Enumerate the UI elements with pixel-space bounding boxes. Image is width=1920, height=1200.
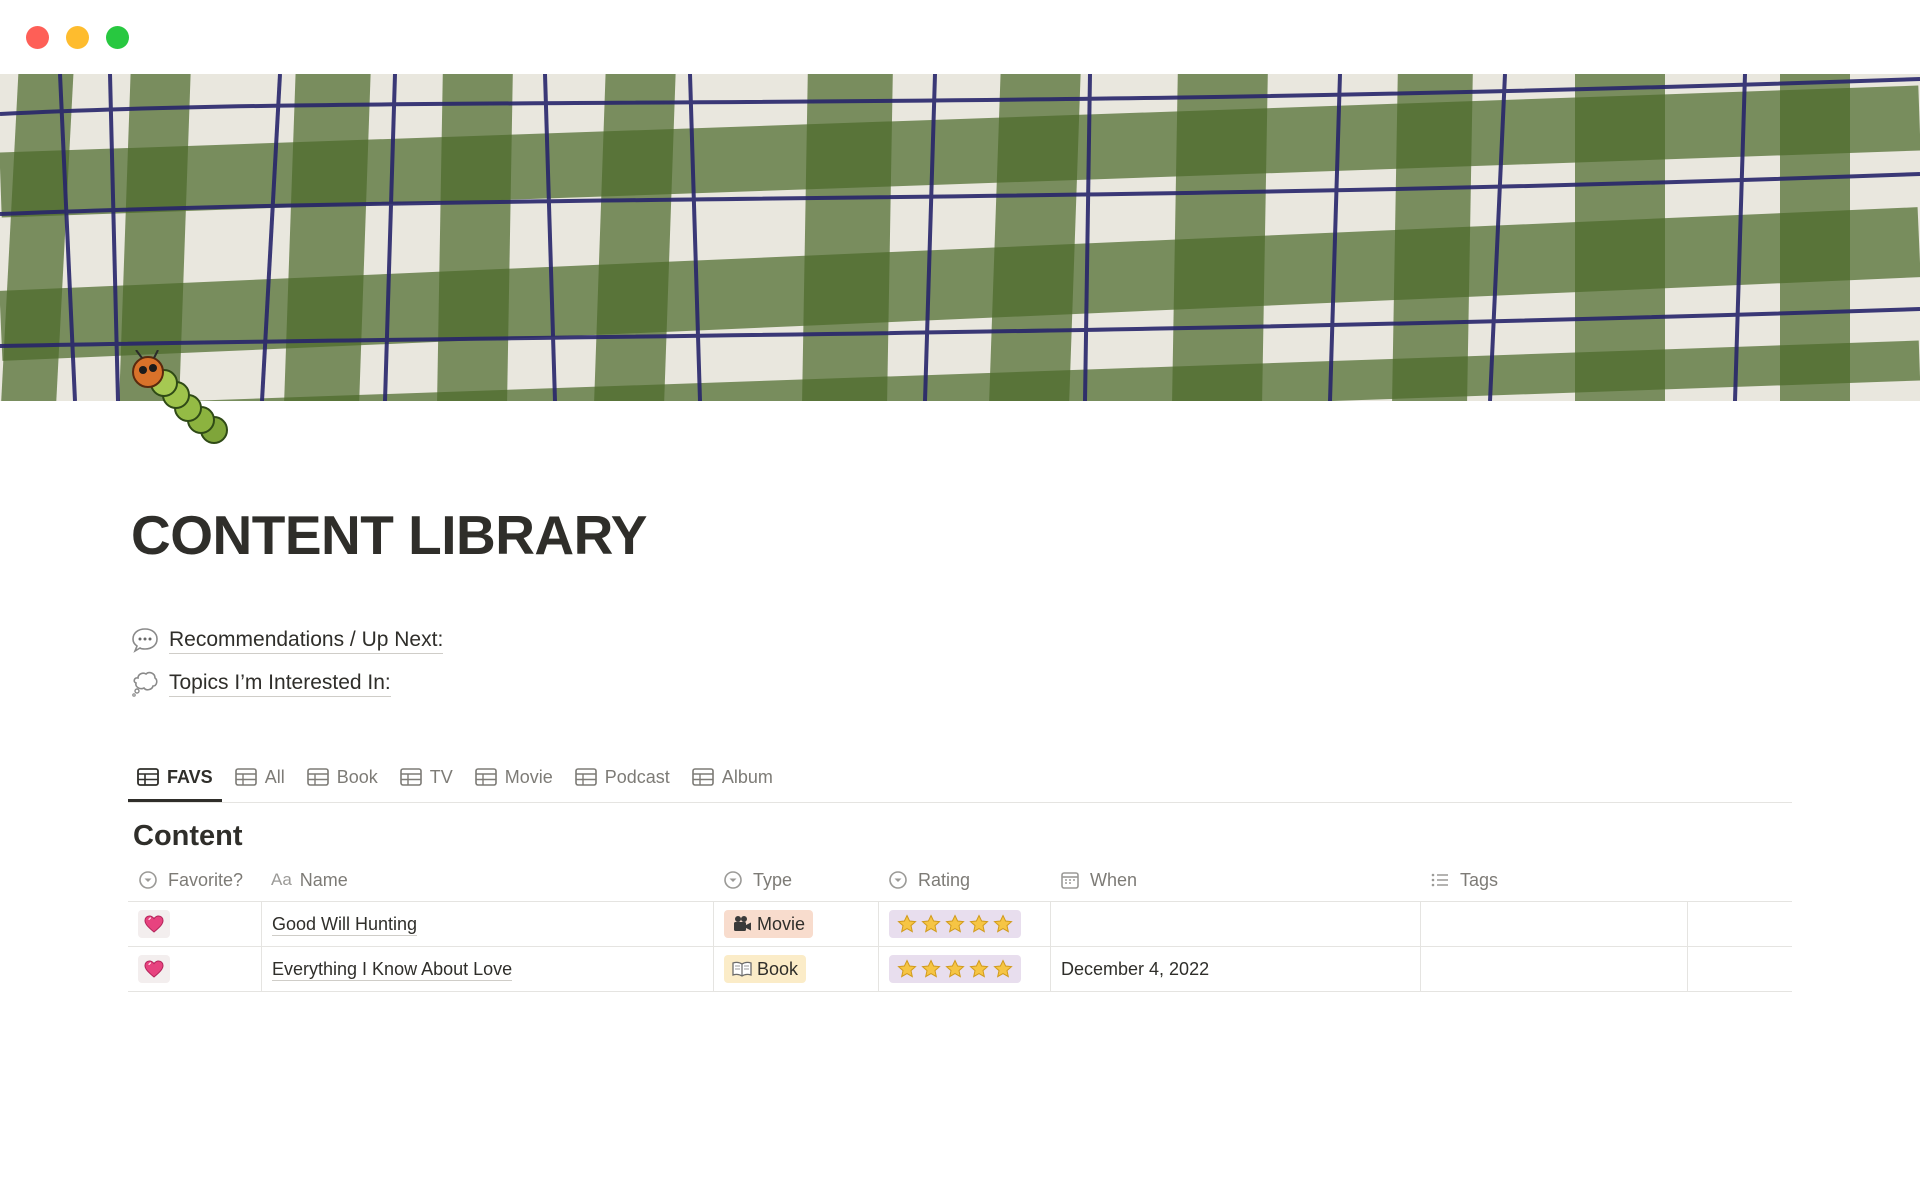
star-icon — [897, 959, 917, 979]
column-header-empty — [1687, 859, 1792, 901]
column-header-favorite-label: Favorite? — [168, 869, 244, 890]
star-icon — [969, 959, 989, 979]
caterpillar-icon[interactable] — [128, 349, 238, 446]
tab-favs[interactable]: FAVS — [128, 757, 222, 802]
table-row[interactable]: Good Will Hunting Movie — [128, 902, 1792, 947]
tab-book[interactable]: Book — [298, 757, 387, 797]
table-icon — [234, 768, 257, 786]
empty-cell — [1687, 902, 1792, 946]
close-window-button[interactable] — [26, 26, 49, 49]
select-property-icon — [888, 870, 908, 890]
open-book-icon — [732, 960, 752, 978]
multi-select-list-icon — [1430, 870, 1450, 890]
type-tag-label: Movie — [757, 913, 806, 934]
tab-album-label: Album — [721, 766, 773, 787]
type-tag: Movie — [724, 910, 814, 938]
star-icon — [969, 914, 989, 934]
calendar-icon — [1060, 870, 1080, 890]
tab-podcast-label: Podcast — [604, 766, 670, 787]
when-cell[interactable]: December 4, 2022 — [1050, 947, 1420, 991]
tab-all[interactable]: All — [226, 757, 294, 797]
topics-link-label: Topics I’m Interested In: — [169, 670, 391, 697]
name-cell[interactable]: Everything I Know About Love — [261, 947, 713, 991]
name-cell[interactable]: Good Will Hunting — [261, 902, 713, 946]
select-property-icon — [723, 870, 743, 890]
tab-all-label: All — [264, 766, 285, 787]
column-header-type[interactable]: Type — [713, 859, 878, 901]
column-header-rating-label: Rating — [918, 869, 971, 890]
heart-icon — [138, 910, 170, 938]
star-icon — [921, 959, 941, 979]
type-cell[interactable]: Movie — [713, 902, 878, 946]
heart-icon — [138, 955, 170, 983]
tab-movie[interactable]: Movie — [466, 757, 562, 797]
column-header-when-label: When — [1090, 869, 1138, 890]
rating-cell[interactable] — [878, 947, 1050, 991]
tags-cell[interactable] — [1420, 902, 1687, 946]
table-icon — [692, 768, 714, 786]
topics-link[interactable]: Topics I’m Interested In: — [131, 666, 391, 700]
type-tag-label: Book — [757, 958, 799, 979]
column-header-when[interactable]: When — [1050, 859, 1420, 901]
star-icon — [993, 914, 1013, 934]
thought-bubble-icon — [131, 669, 159, 697]
star-icon — [897, 914, 917, 934]
tags-cell[interactable] — [1420, 947, 1687, 991]
star-icon — [993, 959, 1013, 979]
column-header-rating[interactable]: Rating — [878, 859, 1050, 901]
table-icon — [137, 768, 159, 786]
page-title: CONTENT LIBRARY — [131, 504, 648, 566]
tab-tv-label: TV — [429, 766, 453, 787]
star-icon — [921, 914, 941, 934]
type-tag: Book — [724, 955, 807, 983]
column-header-type-label: Type — [753, 869, 793, 890]
column-header-name[interactable]: Aa Name — [261, 859, 713, 901]
type-cell[interactable]: Book — [713, 947, 878, 991]
favorite-cell[interactable] — [128, 902, 261, 946]
select-property-icon — [138, 870, 158, 890]
column-header-tags[interactable]: Tags — [1420, 859, 1687, 901]
tab-book-label: Book — [336, 766, 378, 787]
row-name[interactable]: Everything I Know About Love — [272, 958, 513, 981]
zoom-window-button[interactable] — [106, 26, 129, 49]
tab-tv[interactable]: TV — [391, 757, 462, 797]
speech-bubble-icon — [131, 626, 159, 654]
when-cell[interactable] — [1050, 902, 1420, 946]
tab-podcast[interactable]: Podcast — [566, 757, 679, 797]
title-property-icon: Aa — [271, 870, 292, 889]
favorite-cell[interactable] — [128, 947, 261, 991]
when-value: December 4, 2022 — [1061, 958, 1210, 979]
recommendations-link-label: Recommendations / Up Next: — [169, 627, 444, 654]
star-icon — [945, 959, 965, 979]
rating-cell[interactable] — [878, 902, 1050, 946]
minimize-window-button[interactable] — [66, 26, 89, 49]
window-titlebar — [0, 0, 1920, 74]
tab-album[interactable]: Album — [683, 757, 782, 797]
table-icon — [474, 768, 497, 786]
table-icon — [399, 768, 422, 786]
column-header-name-label: Name — [299, 869, 348, 890]
view-tabs: FAVS All Book TV Movie Podcast Album — [128, 757, 1792, 803]
table-icon — [574, 768, 597, 786]
content-table: Favorite? Aa Name Type Rating When Tags — [128, 859, 1792, 992]
table-icon — [306, 768, 329, 786]
table-header: Favorite? Aa Name Type Rating When Tags — [128, 859, 1792, 902]
rating-stars — [889, 955, 1021, 983]
row-name[interactable]: Good Will Hunting — [272, 913, 418, 936]
database-title[interactable]: Content — [133, 816, 243, 856]
rating-stars — [889, 910, 1021, 938]
star-icon — [945, 914, 965, 934]
recommendations-link[interactable]: Recommendations / Up Next: — [131, 623, 444, 657]
table-row[interactable]: Everything I Know About Love Book Decemb… — [128, 947, 1792, 992]
tab-movie-label: Movie — [504, 766, 553, 787]
film-camera-icon — [732, 915, 752, 933]
column-header-favorite[interactable]: Favorite? — [128, 859, 261, 901]
column-header-tags-label: Tags — [1460, 869, 1499, 890]
empty-cell — [1687, 947, 1792, 991]
cover-image — [0, 74, 1920, 401]
tab-favs-label: FAVS — [167, 766, 213, 787]
